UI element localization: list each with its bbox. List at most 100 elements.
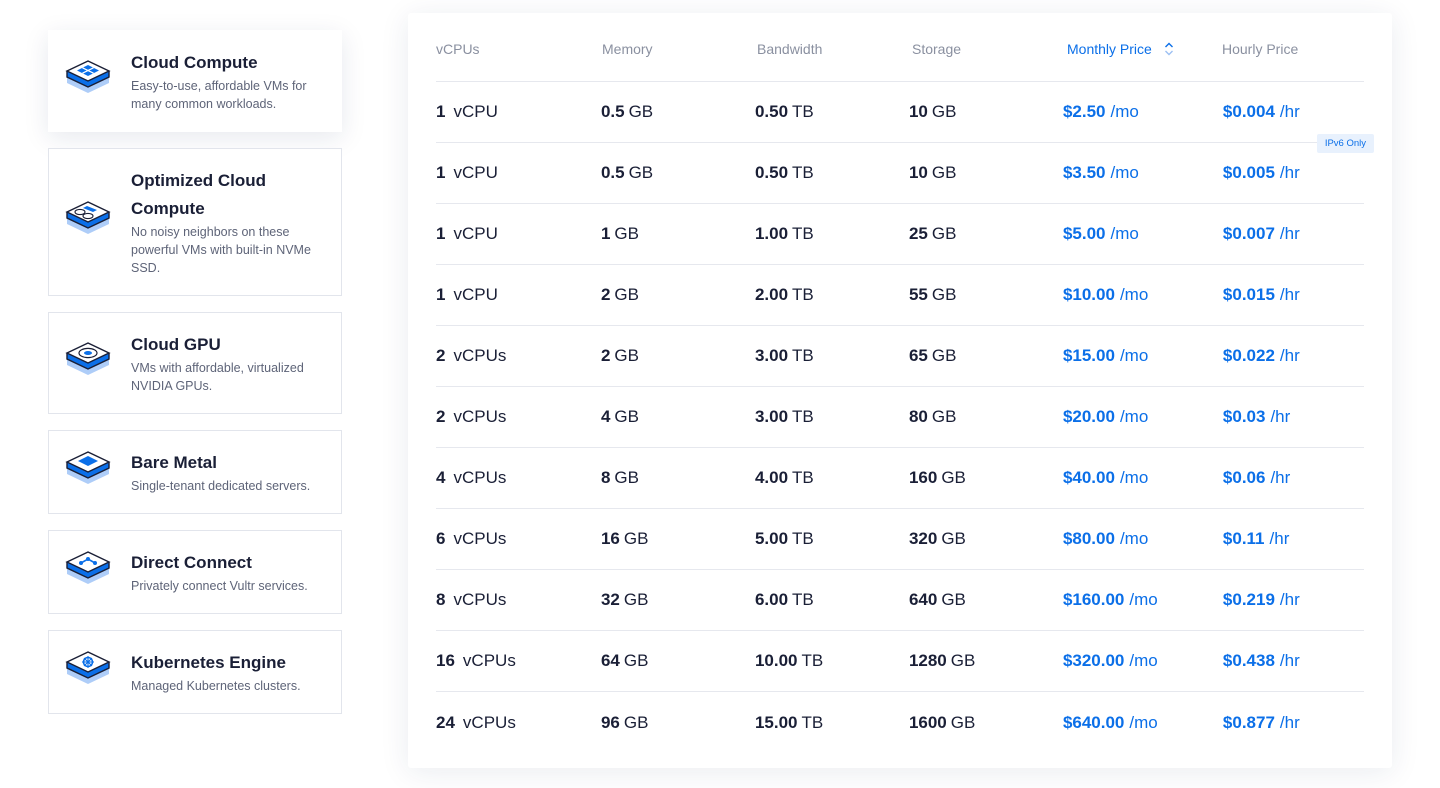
- bandwidth-unit: TB: [792, 285, 814, 304]
- cell-hourly-price: $0.11/hr: [1223, 529, 1364, 549]
- product-description: Easy-to-use, affordable VMs for many com…: [131, 79, 307, 111]
- table-row[interactable]: 4 vCPUs 8 GB 4.00 TB 160 GB $40.00/mo $0.06/hr: [436, 448, 1364, 509]
- cell-bandwidth: 5.00 TB: [755, 529, 909, 549]
- cell-hourly-price: $0.438/hr: [1223, 651, 1364, 671]
- table-row[interactable]: 24 vCPUs 96 GB 15.00 TB 1600 GB $640.00/mo $0.877…: [436, 692, 1364, 753]
- bandwidth-value: 2.00: [754, 285, 789, 304]
- cell-memory: 96 GB: [601, 713, 755, 733]
- storage-unit: GB: [931, 407, 957, 426]
- vcpu-count: 16: [436, 651, 455, 670]
- table-row[interactable]: 6 vCPUs 16 GB 5.00 TB 320 GB $80.00/mo $0.11/hr: [436, 509, 1364, 570]
- monthly-price-value: $320.00: [1062, 651, 1125, 670]
- memory-value: 8: [600, 468, 611, 487]
- product-card-kubernetes-engine[interactable]: Kubernetes Engine Managed Kubernetes clu…: [48, 630, 342, 714]
- monthly-price-value: $80.00: [1062, 529, 1115, 548]
- monthly-price-unit: /mo: [1119, 529, 1149, 548]
- storage-value: 1600: [908, 712, 947, 732]
- cell-monthly-price: $160.00/mo: [1063, 590, 1223, 610]
- storage-unit: GB: [941, 468, 966, 487]
- product-card-bare-metal[interactable]: Bare Metal Single-tenant dedicated serve…: [48, 430, 342, 514]
- cell-bandwidth: 3.00 TB: [755, 407, 909, 427]
- table-row[interactable]: 1 vCPU 0.5 GB 0.50 TB 10 GB $2.50/mo $0.004/hr IPv…: [436, 82, 1374, 153]
- table-row[interactable]: 16 vCPUs 64 GB 10.00 TB 1280 GB $320.00/mo $0.438…: [436, 631, 1364, 692]
- bandwidth-unit: TB: [792, 529, 814, 548]
- product-description: VMs with affordable, virtualized NVIDIA …: [131, 361, 304, 393]
- vcpu-unit: vCPUs: [453, 346, 507, 365]
- column-header-memory[interactable]: Memory: [602, 37, 757, 57]
- column-header-hourly-price[interactable]: Hourly Price: [1222, 37, 1364, 57]
- column-header-bandwidth[interactable]: Bandwidth: [757, 37, 912, 57]
- cell-bandwidth: 6.00 TB: [755, 590, 909, 610]
- hourly-price-unit: /hr: [1279, 224, 1300, 243]
- hourly-price-value: $0.004: [1222, 102, 1275, 121]
- storage-value: 65: [908, 346, 928, 365]
- memory-value: 4: [600, 407, 611, 426]
- cell-monthly-price: $10.00/mo: [1063, 285, 1223, 305]
- cell-storage: 640 GB: [909, 590, 1063, 610]
- column-header-storage[interactable]: Storage: [912, 37, 1067, 57]
- cell-memory: 1 GB: [601, 224, 755, 244]
- product-card-cloud-compute[interactable]: Cloud Compute Easy-to-use, affordable VM…: [48, 30, 342, 132]
- optimized-cloud-compute-icon: [65, 201, 111, 234]
- monthly-price-value: $160.00: [1062, 590, 1125, 609]
- cell-storage: 160 GB: [909, 468, 1063, 488]
- vcpu-count: 2: [436, 346, 446, 365]
- vcpu-unit: vCPUs: [453, 468, 507, 487]
- hourly-price-value: $0.005: [1222, 163, 1275, 182]
- table-row[interactable]: 2 vCPUs 4 GB 3.00 TB 80 GB $20.00/mo $0.03/hr: [436, 387, 1364, 448]
- hourly-price-value: $0.03: [1222, 407, 1266, 426]
- vcpu-count: 1: [436, 285, 446, 304]
- cell-storage: 65 GB: [909, 346, 1063, 366]
- column-header-monthly-price[interactable]: Monthly Price: [1067, 37, 1222, 57]
- bandwidth-unit: TB: [801, 651, 824, 670]
- memory-unit: GB: [623, 651, 649, 670]
- bandwidth-unit: TB: [792, 224, 814, 243]
- cell-bandwidth: 0.50 TB: [755, 102, 909, 122]
- monthly-price-unit: /mo: [1129, 651, 1158, 670]
- cell-vcpus: 1 vCPU: [436, 102, 601, 122]
- product-title: Optimized Cloud Compute: [131, 171, 267, 218]
- bandwidth-unit: TB: [792, 590, 814, 609]
- bandwidth-unit: TB: [792, 346, 814, 365]
- product-card-direct-connect[interactable]: Direct Connect Privately connect Vultr s…: [48, 530, 342, 614]
- product-title: Cloud Compute: [131, 53, 258, 72]
- bandwidth-value: 5.00: [754, 529, 789, 548]
- hourly-price-value: $0.007: [1222, 224, 1275, 243]
- sort-up-down-icon[interactable]: [1164, 41, 1174, 57]
- cell-storage: 55 GB: [909, 285, 1063, 305]
- hourly-price-value: $0.438: [1222, 651, 1275, 670]
- hourly-price-unit: /hr: [1279, 712, 1300, 732]
- column-header-vcpus[interactable]: vCPUs: [436, 37, 602, 57]
- memory-unit: GB: [614, 346, 639, 365]
- hourly-price-value: $0.022: [1222, 346, 1275, 365]
- hourly-price-unit: /hr: [1279, 590, 1300, 609]
- product-card-optimized-cloud-compute[interactable]: Optimized Cloud Compute No noisy neighbo…: [48, 148, 342, 296]
- cell-monthly-price: $2.50/mo: [1063, 102, 1223, 122]
- product-title: Cloud GPU: [131, 335, 221, 354]
- cell-vcpus: 2 vCPUs: [436, 346, 601, 366]
- storage-value: 25: [908, 224, 928, 243]
- monthly-price-unit: /mo: [1129, 712, 1158, 732]
- cell-storage: 80 GB: [909, 407, 1063, 427]
- cell-monthly-price: $5.00/mo: [1063, 224, 1223, 244]
- cell-storage: 10 GB: [909, 163, 1063, 183]
- hourly-price-unit: /hr: [1279, 346, 1300, 365]
- table-row[interactable]: 8 vCPUs 32 GB 6.00 TB 640 GB $160.00/mo $0.219/hr: [436, 570, 1364, 631]
- cell-memory: 32 GB: [601, 590, 755, 610]
- storage-unit: GB: [941, 590, 966, 609]
- table-row[interactable]: 1 vCPU 1 GB 1.00 TB 25 GB $5.00/mo $0.007/hr: [436, 204, 1364, 265]
- hourly-price-unit: /hr: [1270, 468, 1291, 487]
- monthly-price-unit: /mo: [1110, 224, 1139, 243]
- cell-memory: 4 GB: [601, 407, 755, 427]
- table-row[interactable]: 1 vCPU 2 GB 2.00 TB 55 GB $10.00/mo $0.015/hr: [436, 265, 1364, 326]
- product-list: Cloud Compute Easy-to-use, affordable VM…: [48, 30, 342, 730]
- table-row[interactable]: 2 vCPUs 2 GB 3.00 TB 65 GB $15.00/mo $0.022/hr: [436, 326, 1364, 387]
- storage-value: 10: [908, 163, 928, 182]
- kubernetes-icon: [65, 651, 111, 684]
- product-title: Bare Metal: [131, 453, 217, 472]
- storage-unit: GB: [931, 346, 957, 365]
- product-card-cloud-gpu[interactable]: Cloud GPU VMs with affordable, virtualiz…: [48, 312, 342, 414]
- memory-unit: GB: [628, 163, 654, 182]
- table-row[interactable]: 1 vCPU 0.5 GB 0.50 TB 10 GB $3.50/mo $0.005/hr: [436, 143, 1364, 204]
- cell-vcpus: 1 vCPU: [436, 163, 601, 183]
